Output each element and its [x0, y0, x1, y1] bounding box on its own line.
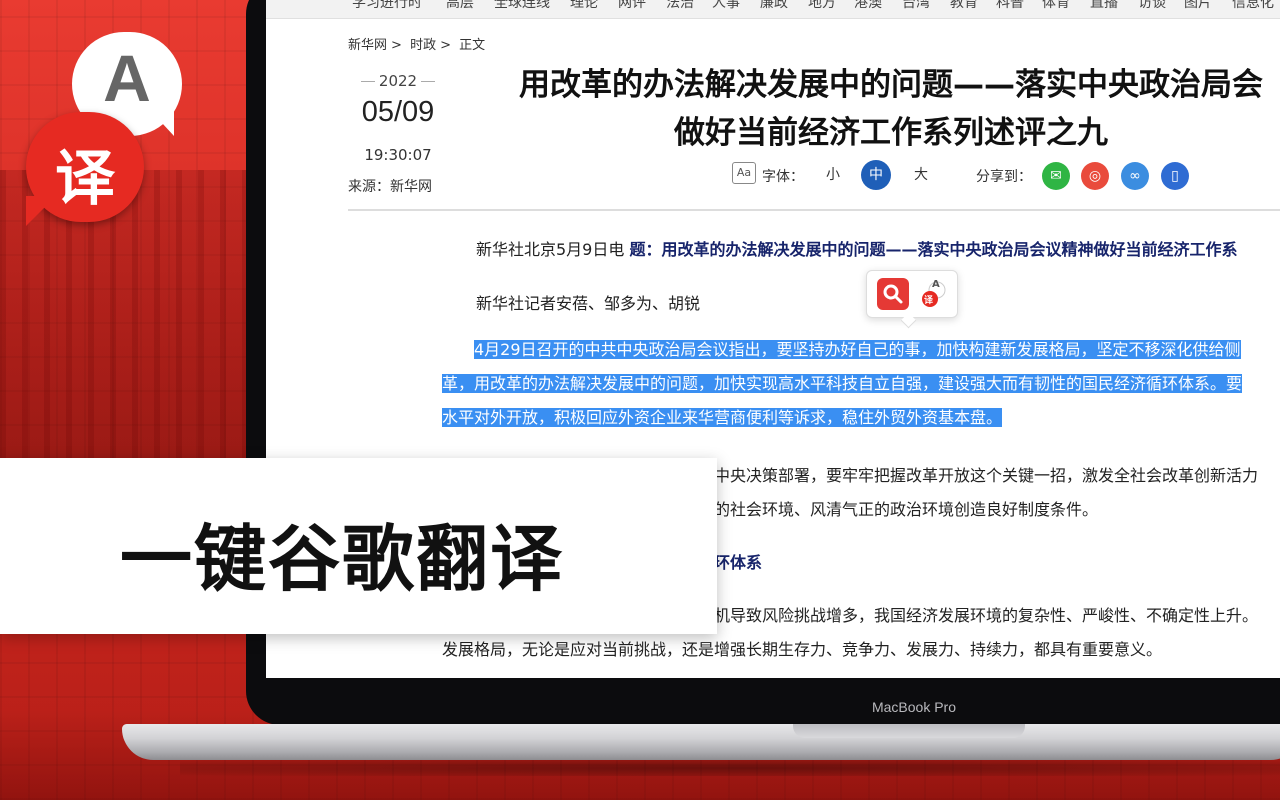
- nav-item[interactable]: 法治: [666, 0, 694, 12]
- article-title-line2: 做好当前经济工作系列述评之九: [674, 115, 1108, 151]
- translate-icon-letter: A: [932, 279, 940, 290]
- paragraph-3-line-1: 机导致风险挑战增多，我国经济发展环境的复杂性、严峻性、不确定性上升。: [714, 606, 1259, 625]
- weibo-icon[interactable]: ◎: [1081, 162, 1109, 190]
- font-small-button[interactable]: 小: [818, 160, 848, 190]
- selection-popup: A 译: [866, 270, 958, 318]
- nav-item[interactable]: 台湾: [902, 0, 930, 12]
- nav-item[interactable]: 图片: [1184, 0, 1212, 12]
- promo-banner-text: 一键谷歌翻译: [120, 517, 565, 601]
- breadcrumb-site[interactable]: 新华网: [348, 38, 387, 53]
- translate-icon-char: 译: [924, 296, 934, 306]
- lead-title: 题：用改革的办法解决发展中的问题——落实中央政治局会议精神做好当前经济工作系: [629, 240, 1238, 259]
- nav-item[interactable]: 信息化: [1232, 0, 1274, 12]
- top-nav: 学习进行时 高层 全球连线 理论 网评 法治 人事 廉政 地方 港澳 台湾 教育…: [266, 0, 1280, 19]
- nav-item[interactable]: 直播: [1090, 0, 1118, 12]
- selected-line-2: 革，用改革的办法解决发展中的问题，加快实现高水平科技自立自强，建设强大而有韧性的…: [442, 368, 1243, 400]
- nav-item[interactable]: 学习进行时: [352, 0, 422, 12]
- selected-text: 4月29日召开的中共中央政治局会议指出，要坚持办好自己的事，加快构建新发展格局，…: [474, 340, 1241, 359]
- wechat-icon[interactable]: ✉: [1042, 162, 1070, 190]
- title-divider: [348, 209, 1280, 211]
- logo-translate-char: 译: [55, 144, 115, 214]
- nav-item[interactable]: 理论: [570, 0, 598, 12]
- nav-item[interactable]: 网评: [618, 0, 646, 12]
- nav-item[interactable]: 港澳: [854, 0, 882, 12]
- nav-item[interactable]: 全球连线: [494, 0, 550, 12]
- selected-line-3: 水平对外开放，积极回应外资企业来华营商便利等诉求，稳住外贸外资基本盘。: [442, 402, 1003, 434]
- paragraph-2-line-2: 的社会环境、风清气正的政治环境创造良好制度条件。: [714, 500, 1099, 519]
- nav-item[interactable]: 科普: [996, 0, 1024, 12]
- selected-text: 水平对外开放，积极回应外资企业来华营商便利等诉求，稳住外贸外资基本盘。: [442, 408, 1003, 427]
- breadcrumb-separator: >: [391, 38, 402, 53]
- mobile-icon[interactable]: ▯: [1161, 162, 1189, 190]
- section-heading: 环体系: [714, 553, 763, 572]
- lead-prefix: 新华社北京5月9日电: [476, 240, 630, 259]
- laptop-shadow: [180, 760, 1280, 776]
- nav-item[interactable]: 地方: [808, 0, 836, 12]
- date-year: 2022: [350, 72, 446, 90]
- laptop-notch: [793, 724, 1025, 738]
- breadcrumb-separator: >: [440, 38, 451, 53]
- selected-line-1: 4月29日召开的中共中央政治局会议指出，要坚持办好自己的事，加快构建新发展格局，…: [474, 334, 1241, 366]
- nav-item[interactable]: 体育: [1042, 0, 1070, 12]
- paragraph-2-line-1: 中央决策部署，要牢牢把握改革开放这个关键一招，激发全社会改革创新活力: [714, 466, 1259, 485]
- selected-text: 革，用改革的办法解决发展中的问题，加快实现高水平科技自立自强，建设强大而有韧性的…: [442, 374, 1243, 393]
- translate-icon[interactable]: A 译: [917, 278, 949, 310]
- nav-item[interactable]: 访谈: [1138, 0, 1166, 12]
- nav-item[interactable]: 高层: [446, 0, 474, 12]
- paragraph-3-line-2: 发展格局，无论是应对当前挑战，还是增强长期生存力、竞争力、发展力、持续力，都具有…: [442, 640, 1163, 659]
- nav-item[interactable]: 教育: [950, 0, 978, 12]
- device-label: MacBook Pro: [871, 699, 957, 715]
- article-lead: 新华社北京5月9日电 题：用改革的办法解决发展中的问题——落实中央政治局会议精神…: [476, 236, 1237, 260]
- share-label: 分享到：: [976, 169, 1032, 185]
- nav-item[interactable]: 廉政: [760, 0, 788, 12]
- font-large-button[interactable]: 大: [906, 160, 936, 190]
- date-day: 05/09: [361, 96, 435, 128]
- date-time: 19:30:07: [364, 146, 432, 164]
- font-label: 字体：: [762, 169, 804, 185]
- font-size-icon: Aa: [732, 162, 756, 184]
- article-title-line1: 用改革的办法解决发展中的问题——落实中央政治局会: [519, 67, 1263, 103]
- link-icon[interactable]: ∞: [1121, 162, 1149, 190]
- breadcrumb-current: 正文: [459, 38, 486, 53]
- nav-item[interactable]: 人事: [712, 0, 740, 12]
- search-icon[interactable]: [877, 278, 909, 310]
- logo-a-letter: A: [103, 41, 151, 115]
- laptop-base: [122, 724, 1280, 760]
- article-source: 来源：新华网: [348, 179, 432, 195]
- breadcrumb-section[interactable]: 时政: [410, 38, 436, 53]
- breadcrumb: 新华网 > 时政 > 正文: [348, 34, 489, 53]
- font-medium-button[interactable]: 中: [861, 160, 891, 190]
- article-reporters: 新华社记者安蓓、邹多为、胡锐: [476, 294, 701, 313]
